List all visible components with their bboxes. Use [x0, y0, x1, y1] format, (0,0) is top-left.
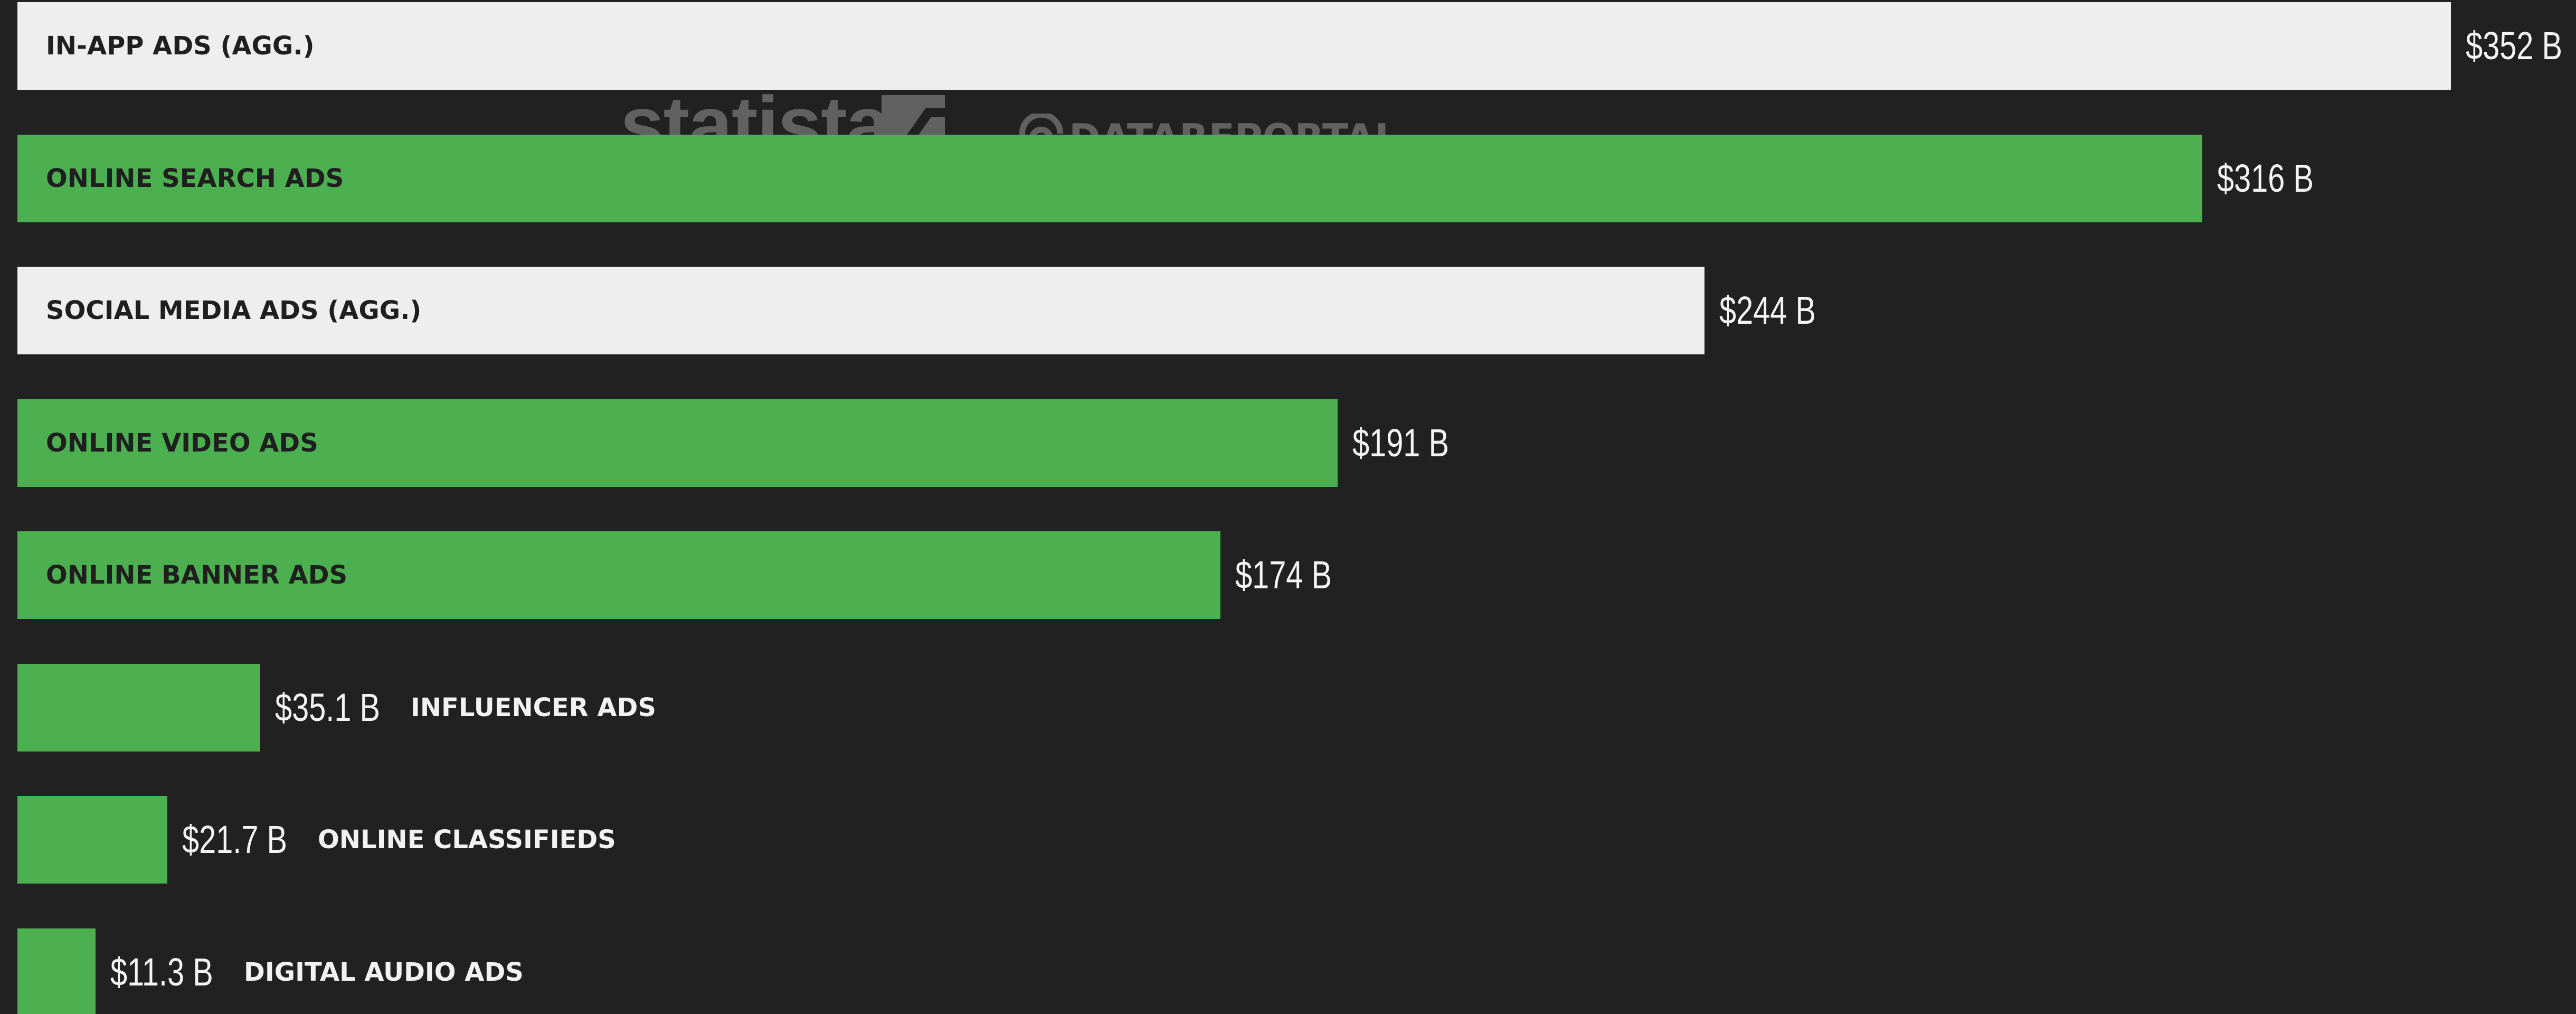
category-label-digital-audio-ads: DIGITAL AUDIO ADS [244, 957, 524, 987]
category-label-online-banner-ads: ONLINE BANNER ADS [46, 560, 348, 590]
value-label-social-media-ads-agg: $244 B [1719, 288, 1816, 332]
value-label-influencer-ads: $35.1 B [275, 686, 380, 729]
category-label-in-app-ads-agg: IN-APP ADS (AGG.) [46, 31, 315, 61]
bar-influencer-ads [17, 664, 260, 752]
bar-online-search-ads [17, 135, 2202, 222]
chart-canvas: statista DATAREPORTAL $352 BIN-APP ADS (… [0, 0, 2576, 1014]
value-label-in-app-ads-agg: $352 B [2466, 24, 2562, 68]
value-label-online-banner-ads: $174 B [1235, 553, 1332, 597]
category-label-social-media-ads-agg: SOCIAL MEDIA ADS (AGG.) [46, 296, 422, 325]
category-label-online-video-ads: ONLINE VIDEO ADS [46, 428, 318, 458]
value-label-online-video-ads: $191 B [1352, 421, 1449, 465]
category-label-online-search-ads: ONLINE SEARCH ADS [46, 164, 344, 193]
category-label-online-classifieds: ONLINE CLASSIFIEDS [318, 825, 616, 855]
value-label-online-classifieds: $21.7 B [182, 818, 287, 861]
bar-online-classifieds [17, 796, 167, 884]
value-label-online-search-ads: $316 B [2217, 156, 2314, 200]
bar-digital-audio-ads [17, 928, 96, 1014]
category-label-influencer-ads: INFLUENCER ADS [411, 693, 656, 722]
value-label-digital-audio-ads: $11.3 B [110, 950, 213, 994]
bar-in-app-ads-agg [17, 2, 2451, 90]
